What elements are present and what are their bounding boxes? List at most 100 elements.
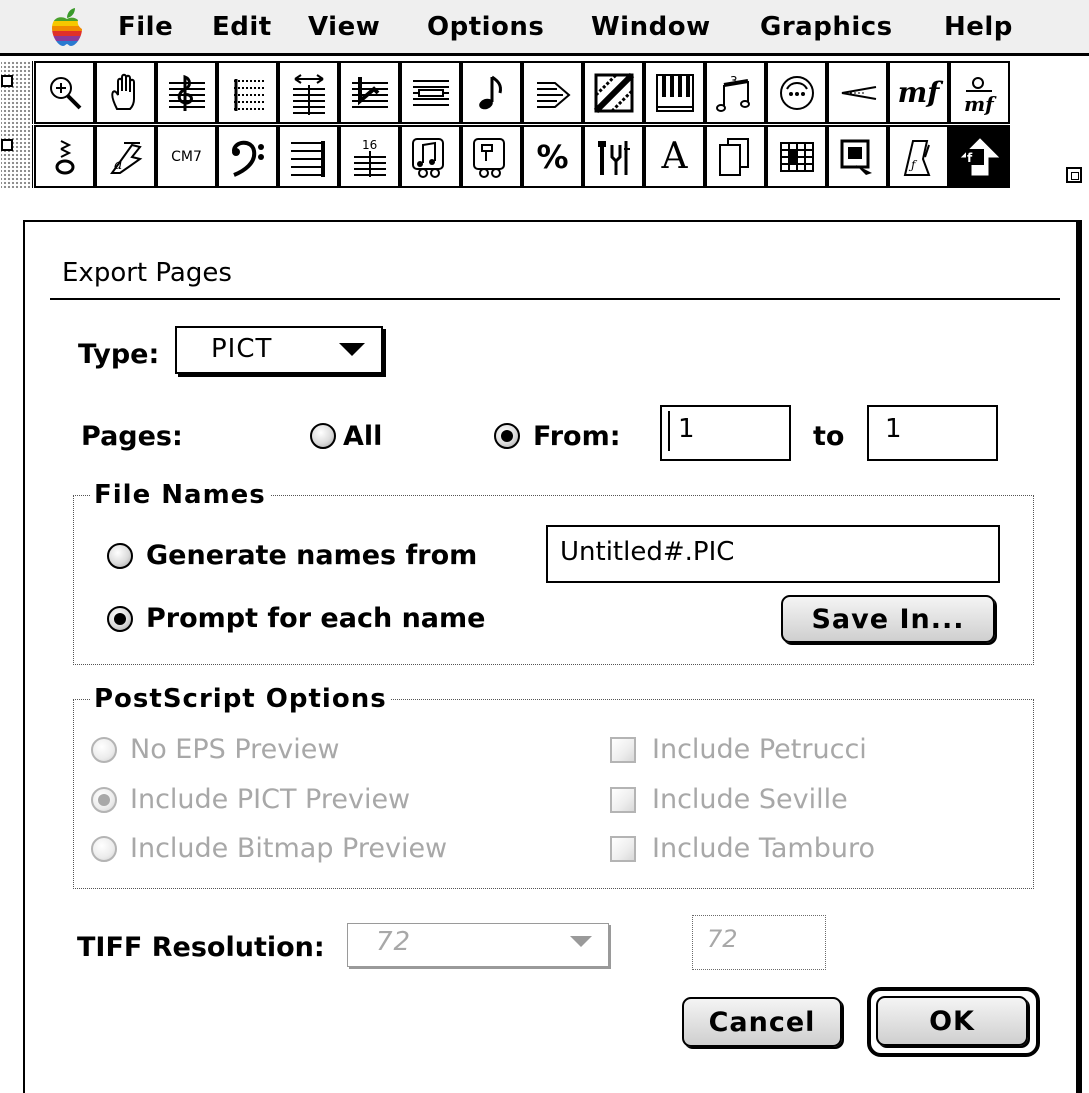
no-eps-preview-label[interactable]: No EPS Preview [130, 733, 339, 767]
tiff-resolution-field[interactable]: 72 [692, 915, 826, 970]
include-petrucci-checkbox[interactable] [610, 737, 636, 763]
menu-view[interactable]: View [308, 10, 380, 44]
graphics-tool[interactable] [827, 125, 888, 188]
graphics-icon [840, 139, 872, 175]
palette-resize-box[interactable] [1066, 167, 1082, 183]
menu-file[interactable]: File [118, 10, 173, 44]
key-signature-icon [292, 73, 325, 115]
mf-dynamic-icon: mf [897, 75, 940, 109]
clef-icon [412, 79, 449, 106]
postscript-options-group-title: PostScript Options [90, 682, 391, 716]
menu-window[interactable]: Window [591, 10, 711, 44]
staff-tool[interactable] [156, 61, 217, 124]
hairpin-icon [841, 85, 876, 100]
page-layout-tool[interactable] [705, 125, 766, 188]
text-caret [668, 411, 670, 451]
text-tool[interactable]: A [644, 125, 705, 188]
pages-to-field[interactable]: 1 [867, 405, 998, 461]
pages-from-radio[interactable] [494, 423, 520, 449]
include-bitmap-preview-label[interactable]: Include Bitmap Preview [130, 832, 447, 866]
mass-edit-tool[interactable] [766, 125, 827, 188]
key-signature-tool[interactable] [278, 61, 339, 124]
tuplet-tool[interactable] [522, 61, 583, 124]
generate-names-label[interactable]: Generate names from [146, 539, 477, 573]
palette-drag-bar-lower[interactable] [1, 125, 33, 188]
type-popup[interactable]: PICT [175, 326, 383, 374]
ok-button[interactable]: OK [876, 996, 1028, 1046]
speedy-entry-tool[interactable] [400, 125, 461, 188]
generate-names-field[interactable]: Untitled#.PIC [546, 525, 1000, 583]
include-seville-label[interactable]: Include Seville [652, 783, 848, 817]
hyperscribe-tool[interactable] [461, 125, 522, 188]
articulation-tool[interactable]: 3 [705, 61, 766, 124]
hand-grabber-tool[interactable] [95, 61, 156, 124]
menu-help[interactable]: Help [944, 10, 1013, 44]
bass-clef-tool[interactable] [217, 125, 278, 188]
include-pict-preview-label[interactable]: Include PICT Preview [130, 783, 410, 817]
menu-options[interactable]: Options [427, 10, 544, 44]
text-block-tool[interactable]: 16 [339, 125, 400, 188]
palette-close-box[interactable] [1, 75, 13, 87]
pages-from-field[interactable]: 1 [660, 405, 791, 461]
pages-from-label[interactable]: From: [533, 420, 621, 454]
palette-zoom-box[interactable] [1, 139, 13, 151]
ossia-tool[interactable]: ƒ [888, 125, 949, 188]
hyperscribe-icon [472, 137, 505, 178]
postscript-options-group: PostScript Options No EPS Preview Includ… [73, 682, 1034, 889]
measure-tool[interactable] [217, 61, 278, 124]
staff-icon [168, 74, 205, 111]
note-mover-icon [55, 139, 74, 174]
menu-bar: File Edit View Options Window Graphics H… [0, 0, 1089, 56]
include-seville-checkbox[interactable] [610, 787, 636, 813]
svg-text:a: a [114, 157, 122, 173]
time-signature-icon [351, 76, 388, 108]
export-pages-dialog: Export Pages Type: PICT Pages: All From:… [23, 220, 1078, 1093]
page-number-label: 16 [362, 138, 377, 152]
apple-menu-icon[interactable] [50, 7, 84, 47]
midi-tool[interactable] [644, 61, 705, 124]
menu-graphics[interactable]: Graphics [760, 10, 893, 44]
include-tamburo-checkbox[interactable] [610, 836, 636, 862]
chord-tool[interactable]: CM7 [156, 125, 217, 188]
popup-arrow-icon [339, 343, 365, 356]
popup-arrow-icon [570, 936, 592, 947]
expression-tool[interactable]: mf [888, 61, 949, 124]
cancel-button[interactable]: Cancel [682, 997, 842, 1047]
lyrics-tool[interactable]: a [95, 125, 156, 188]
no-eps-preview-radio[interactable] [91, 737, 117, 763]
selection-tool[interactable]: f [949, 125, 1010, 188]
smart-shape-icon [779, 75, 814, 110]
repeat-tool[interactable] [278, 125, 339, 188]
pages-all-label[interactable]: All [343, 420, 382, 454]
pages-to-label: to [813, 421, 845, 452]
pages-all-radio[interactable] [310, 423, 336, 449]
special-tools-tool[interactable] [583, 125, 644, 188]
time-signature-tool[interactable] [339, 61, 400, 124]
prompt-each-name-radio[interactable] [107, 606, 133, 632]
include-bitmap-preview-radio[interactable] [91, 836, 117, 862]
generate-names-radio[interactable] [107, 543, 133, 569]
simple-entry-note-tool[interactable] [461, 61, 522, 124]
palette-drag-bar[interactable] [1, 61, 33, 124]
include-tamburo-label[interactable]: Include Tamburo [652, 832, 875, 866]
note-mover-tool[interactable] [34, 125, 95, 188]
chord-label: CM7 [171, 148, 202, 165]
prompt-each-name-label[interactable]: Prompt for each name [146, 602, 485, 636]
generate-names-value: Untitled#.PIC [560, 537, 735, 567]
shape-tool[interactable] [583, 61, 644, 124]
magnifier-icon [49, 76, 81, 109]
mass-edit-icon [779, 141, 814, 172]
clef-tool[interactable] [400, 61, 461, 124]
staff-expression-tool[interactable]: mf [949, 61, 1010, 124]
smart-shape-tool[interactable] [766, 61, 827, 124]
include-pict-preview-radio[interactable] [91, 787, 117, 813]
tiff-resolution-popup[interactable]: 72 [347, 923, 609, 967]
menu-edit[interactable]: Edit [212, 10, 272, 44]
resize-tool[interactable]: % [522, 125, 583, 188]
hairpin-tool[interactable] [827, 61, 888, 124]
save-in-button[interactable]: Save In... [781, 595, 995, 643]
speedy-entry-icon [411, 137, 444, 178]
include-petrucci-label[interactable]: Include Petrucci [652, 733, 867, 767]
dialog-title: Export Pages [62, 258, 232, 288]
zoom-tool[interactable] [34, 61, 95, 124]
